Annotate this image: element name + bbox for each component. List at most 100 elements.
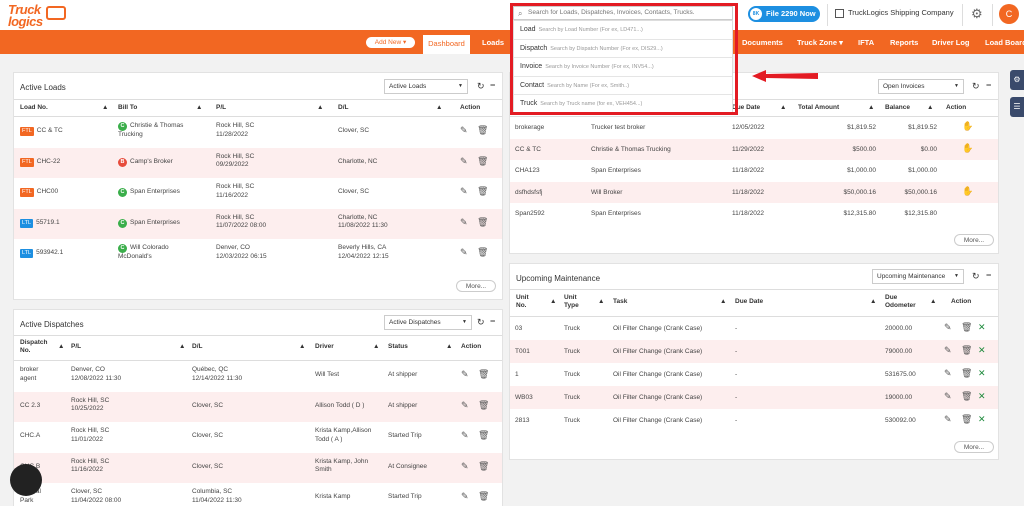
sort-icon[interactable]: ▲ [446, 343, 452, 350]
load-no-cell[interactable]: LTL 593942.1 [20, 249, 63, 259]
col-load-no[interactable]: Load No. [20, 104, 48, 111]
unit-no[interactable]: 03 [515, 325, 522, 334]
table-row[interactable]: CHC.A Rock Hill, SC 11/01/2022 Clover, SC Kr… [14, 422, 502, 452]
trash-icon[interactable]: 🗑 [961, 414, 972, 425]
gear-icon[interactable]: ⚙ [971, 6, 983, 22]
col-pl[interactable]: P/L [71, 343, 81, 350]
table-row[interactable]: dsfhdsfsfj Will Broker 11/18/2022 $50,000.1… [510, 181, 998, 204]
col-bill-to[interactable]: Bill To [118, 104, 137, 111]
payment-icon[interactable]: ✋ [962, 121, 973, 132]
table-row[interactable]: CC 2.3 Rock Hill, SC 10/25/2022 Clover, SC A… [14, 391, 502, 422]
nav-driver-log[interactable]: Driver Log [932, 38, 970, 47]
sort-icon[interactable]: ▲ [550, 298, 556, 305]
col-dl[interactable]: D/L [192, 343, 202, 350]
maintenance-select[interactable]: Upcoming Maintenance ▼ [872, 269, 964, 284]
table-row[interactable]: brokerage Trucker test broker 12/05/2022 $1… [510, 117, 998, 139]
trash-icon[interactable]: 🗑 [478, 461, 489, 472]
trash-icon[interactable]: 🗑 [478, 430, 489, 441]
company-selector[interactable]: TruckLogics Shipping Company [835, 8, 954, 18]
trash-icon[interactable]: 🗑 [477, 156, 488, 167]
trash-icon[interactable]: 🗑 [961, 322, 972, 333]
unit-no[interactable]: 1 [515, 371, 519, 380]
nav-reports[interactable]: Reports [890, 38, 918, 47]
invoice-no[interactable]: CC & TC [515, 146, 541, 155]
col-status[interactable]: Status [388, 343, 408, 350]
edit-icon[interactable]: ✎ [460, 125, 468, 136]
col-total-amount[interactable]: Total Amount [798, 104, 839, 111]
unit-no[interactable]: T001 [515, 348, 530, 357]
more-button[interactable]: More... [954, 441, 994, 453]
invoice-no[interactable]: brokerage [515, 124, 544, 133]
col-task[interactable]: Task [613, 298, 627, 305]
add-new-button[interactable]: Add New ▾ [366, 37, 415, 48]
more-button[interactable]: More... [456, 280, 496, 292]
col-dl[interactable]: D/L [338, 104, 348, 111]
table-row[interactable]: broker agent Denver, CO 12/08/2022 11:30 Qué… [14, 361, 502, 391]
trash-icon[interactable]: 🗑 [961, 368, 972, 379]
invoice-no[interactable]: Span2592 [515, 210, 545, 219]
edit-icon[interactable]: ✎ [460, 186, 468, 197]
collapse-icon[interactable]: − [490, 316, 495, 326]
trash-icon[interactable]: 🗑 [477, 247, 488, 258]
col-dispatch[interactable]: Dispatch [20, 339, 47, 346]
trash-icon[interactable]: 🗑 [961, 391, 972, 402]
service-complete-icon[interactable]: ✕ [978, 345, 986, 356]
sort-icon[interactable]: ▲ [179, 343, 185, 350]
sort-icon[interactable]: ▲ [317, 104, 323, 111]
refresh-icon[interactable]: ↻ [477, 81, 485, 92]
edit-icon[interactable]: ✎ [461, 461, 469, 472]
table-row[interactable]: CHC.BRock Hill, SC11/16/2022Clover, SCKr… [14, 452, 502, 483]
service-complete-icon[interactable]: ✕ [978, 414, 986, 425]
edit-icon[interactable]: ✎ [460, 247, 468, 258]
table-row[interactable]: WB03 Truck Oil Filter Change (Crank Case) -… [510, 386, 998, 409]
invoice-no[interactable]: CHA123 [515, 167, 540, 176]
col-due-date[interactable]: Due Date [735, 298, 763, 305]
avatar[interactable]: C [999, 4, 1019, 24]
dispatch-no-cell[interactable]: CC 2.3 [20, 402, 40, 411]
nav-ifta[interactable]: IFTA [858, 38, 874, 47]
trash-icon[interactable]: 🗑 [478, 369, 489, 380]
active-dispatches-select[interactable]: Active Dispatches ▼ [384, 315, 472, 330]
table-row[interactable]: LTL 55719.1 C Span Enterprises Rock Hill, SC… [14, 208, 502, 239]
col-unit-type[interactable]: Unit [564, 294, 577, 301]
nav-load-board[interactable]: Load Board [985, 38, 1024, 47]
sort-icon[interactable]: ▲ [102, 104, 108, 111]
col-unit[interactable]: Unit [516, 294, 529, 301]
edit-icon[interactable]: ✎ [944, 391, 952, 402]
trash-icon[interactable]: 🗑 [477, 217, 488, 228]
service-complete-icon[interactable]: ✕ [978, 368, 986, 379]
sort-icon[interactable]: ▲ [930, 298, 936, 305]
collapse-icon[interactable]: − [490, 80, 495, 90]
table-row[interactable]: CC & TC Christie & Thomas Trucking 11/29/2… [510, 138, 998, 161]
table-row[interactable]: Span2592 Span Enterprises 11/18/2022 $12,31… [510, 203, 998, 225]
col-due-odometer[interactable]: Due [885, 294, 897, 301]
collapse-icon[interactable]: − [986, 80, 991, 90]
active-loads-select[interactable]: Active Loads ▼ [384, 79, 468, 94]
table-row[interactable]: 1 Truck Oil Filter Change (Crank Case) - 531… [510, 363, 998, 386]
service-complete-icon[interactable]: ✕ [978, 322, 986, 333]
edit-icon[interactable]: ✎ [461, 430, 469, 441]
open-invoices-select[interactable]: Open Invoices ▼ [878, 79, 964, 94]
col-driver[interactable]: Driver [315, 343, 334, 350]
edit-icon[interactable]: ✎ [461, 369, 469, 380]
edit-icon[interactable]: ✎ [944, 345, 952, 356]
edit-icon[interactable]: ✎ [461, 491, 469, 502]
side-settings-icon[interactable]: ⚙ [1010, 70, 1024, 90]
table-row[interactable]: FTL CC & TC C Christie & Thomas Trucking Rock… [14, 117, 502, 147]
payment-icon[interactable]: ✋ [962, 143, 973, 154]
table-row[interactable]: 2813 Truck Oil Filter Change (Crank Case) -… [510, 409, 998, 432]
truck-logics-logo[interactable]: Truck logics [6, 2, 66, 29]
sort-icon[interactable]: ▲ [780, 104, 786, 111]
col-pl[interactable]: P/L [216, 104, 226, 111]
edit-icon[interactable]: ✎ [944, 414, 952, 425]
trash-icon[interactable]: 🗑 [961, 345, 972, 356]
table-row[interactable]: LTL 593942.1 C Will Colorado McDonald's Denve… [14, 239, 502, 269]
sort-icon[interactable]: ▲ [870, 298, 876, 305]
refresh-icon[interactable]: ↻ [972, 81, 980, 92]
trash-icon[interactable]: 🗑 [477, 125, 488, 136]
col-balance[interactable]: Balance [885, 104, 910, 111]
unit-no[interactable]: WB03 [515, 394, 533, 403]
table-row[interactable]: T001 Truck Oil Filter Change (Crank Case) -… [510, 340, 998, 363]
sort-icon[interactable]: ▲ [598, 298, 604, 305]
table-row[interactable]: CHA123 Span Enterprises 11/18/2022 $1,000.0… [510, 160, 998, 182]
